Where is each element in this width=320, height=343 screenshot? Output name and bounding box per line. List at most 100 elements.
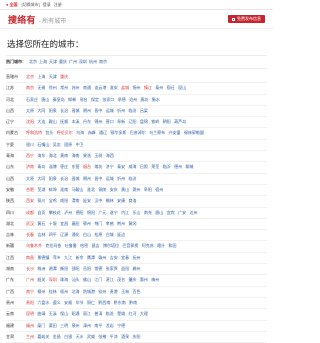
post-free-button[interactable]: 免费发布信息	[228, 15, 265, 23]
city-link[interactable]: 白山	[83, 230, 91, 240]
city-link[interactable]: 枣庄	[60, 162, 68, 172]
city-link[interactable]: 巴音郭楞	[122, 241, 138, 251]
city-link[interactable]: 衡水	[152, 95, 160, 105]
city-link[interactable]: 广安	[178, 208, 186, 218]
city-link[interactable]: 运城	[106, 106, 114, 116]
city-link[interactable]: 内江	[121, 208, 129, 218]
city-link[interactable]: 柳州	[37, 287, 45, 297]
city-link[interactable]: 毕节	[76, 298, 84, 308]
city-link[interactable]: 乌海	[76, 128, 84, 138]
city-link[interactable]: 南平	[94, 321, 102, 331]
city-link[interactable]: 无锡	[37, 83, 45, 93]
city-link[interactable]: 安康	[117, 196, 125, 206]
city-link[interactable]: 忻州	[117, 106, 125, 116]
city-link[interactable]: 自贡	[37, 208, 45, 218]
city-link[interactable]: 莱芜	[151, 162, 159, 172]
city-link[interactable]: 黄石	[37, 219, 45, 229]
city-link[interactable]: 锡林郭勒盟	[184, 128, 204, 138]
city-link[interactable]: 朔州	[83, 174, 91, 184]
city-link[interactable]: 泉州	[72, 321, 80, 331]
city-link[interactable]: 晋城	[72, 106, 80, 116]
city-link[interactable]: 广州	[26, 275, 34, 285]
city-link[interactable]: 巴彦淖尔	[130, 128, 146, 138]
hot-city-link[interactable]: 南京	[99, 59, 107, 65]
city-link[interactable]: 威海	[129, 162, 137, 172]
city-link[interactable]: 宜春	[121, 253, 129, 263]
city-link[interactable]: 秦皇岛	[53, 95, 65, 105]
city-link[interactable]: 南通	[83, 83, 91, 93]
city-link[interactable]: 荆州	[117, 219, 125, 229]
city-link[interactable]: 贵阳	[26, 298, 34, 308]
city-link[interactable]: 曲靖	[37, 309, 45, 319]
city-link[interactable]: 潍坊	[94, 162, 102, 172]
city-link[interactable]: 眉山	[155, 208, 163, 218]
city-link[interactable]: 克拉玛依	[45, 241, 61, 251]
city-link[interactable]: 淮北	[87, 185, 95, 195]
city-link[interactable]: 张家口	[102, 95, 114, 105]
city-link[interactable]: 果洛	[83, 151, 91, 161]
city-link[interactable]: 汕头	[72, 275, 80, 285]
city-link[interactable]: 通辽	[99, 128, 107, 138]
city-link[interactable]: 黔东南	[114, 298, 126, 308]
city-link[interactable]: 益阳	[121, 264, 129, 274]
city-link[interactable]: 厦门	[37, 321, 45, 331]
city-link[interactable]: 铜陵	[98, 185, 106, 195]
city-link[interactable]: 普洱	[94, 309, 102, 319]
city-link[interactable]: 营口	[106, 117, 114, 127]
city-link[interactable]: 玉林	[121, 287, 129, 297]
city-link[interactable]: 汉中	[94, 196, 102, 206]
city-link[interactable]: 吉林	[37, 230, 45, 240]
city-link[interactable]: 宁德	[117, 321, 125, 331]
city-link[interactable]: 遵义	[53, 298, 61, 308]
city-link[interactable]: 南昌	[26, 253, 34, 263]
city-link[interactable]: 梅州	[151, 275, 159, 285]
city-link[interactable]: 石嘴山	[37, 140, 49, 150]
city-link[interactable]: 宜宾	[167, 208, 175, 218]
city-link[interactable]: 达州	[189, 208, 197, 218]
city-link[interactable]: 镇江	[144, 83, 152, 93]
city-link[interactable]: 呼伦贝尔	[57, 128, 73, 138]
city-link[interactable]: 泸州	[64, 208, 72, 218]
city-link[interactable]: 邯郸	[68, 95, 76, 105]
city-link[interactable]: 丹东	[83, 117, 91, 127]
city-link[interactable]: 通化	[72, 230, 80, 240]
city-link[interactable]: 石家庄	[26, 95, 38, 105]
city-link[interactable]: 德州	[174, 162, 182, 172]
city-link[interactable]: 阿克苏	[142, 241, 154, 251]
site-logo[interactable]: 搜络有 - 所有城市	[8, 13, 66, 26]
city-link[interactable]: 六盘水	[37, 298, 49, 308]
city-link[interactable]: 葫芦岛	[174, 117, 186, 127]
city-link[interactable]: 玉溪	[49, 309, 57, 319]
city-link[interactable]: 淮安	[110, 83, 118, 93]
city-link[interactable]: 楚雄	[117, 309, 125, 319]
city-link[interactable]: 临汾	[129, 106, 137, 116]
city-link[interactable]: 四平	[49, 230, 57, 240]
city-link[interactable]: 黔南	[129, 298, 137, 308]
city-link[interactable]: 长沙	[26, 264, 34, 274]
city-link[interactable]: 遂宁	[110, 208, 118, 218]
city-link[interactable]: 海北	[49, 151, 57, 161]
city-link[interactable]: 抚州	[133, 253, 141, 263]
city-link[interactable]: 阳泉	[49, 106, 57, 116]
city-link[interactable]: 青岛	[37, 162, 45, 172]
city-link[interactable]: 金昌	[53, 332, 61, 342]
city-link[interactable]: 海东	[37, 151, 45, 161]
hot-city-link[interactable]: 杭州	[89, 59, 97, 65]
city-link[interactable]: 淮南	[60, 185, 68, 195]
city-link[interactable]: 韶关	[37, 275, 45, 285]
hot-city-link[interactable]: 深圳	[79, 59, 87, 65]
city-link[interactable]: 连云港	[94, 83, 106, 93]
city-link[interactable]: 江门	[94, 275, 102, 285]
city-link[interactable]: 铁岭	[151, 117, 159, 127]
city-link[interactable]: 昆山	[178, 83, 186, 93]
city-link[interactable]: 株洲	[37, 264, 45, 274]
city-link[interactable]: 长治	[60, 106, 68, 116]
city-link[interactable]: 铜仁	[87, 298, 95, 308]
city-link[interactable]: 吕梁	[140, 106, 148, 116]
city-link[interactable]: 乌兰察布	[149, 128, 165, 138]
city-link[interactable]: 苏州	[72, 83, 80, 93]
city-link[interactable]: 太原	[26, 174, 34, 184]
city-link[interactable]: 沧州	[129, 95, 137, 105]
city-link[interactable]: 大连	[37, 117, 45, 127]
city-link[interactable]: 济南	[26, 162, 34, 172]
